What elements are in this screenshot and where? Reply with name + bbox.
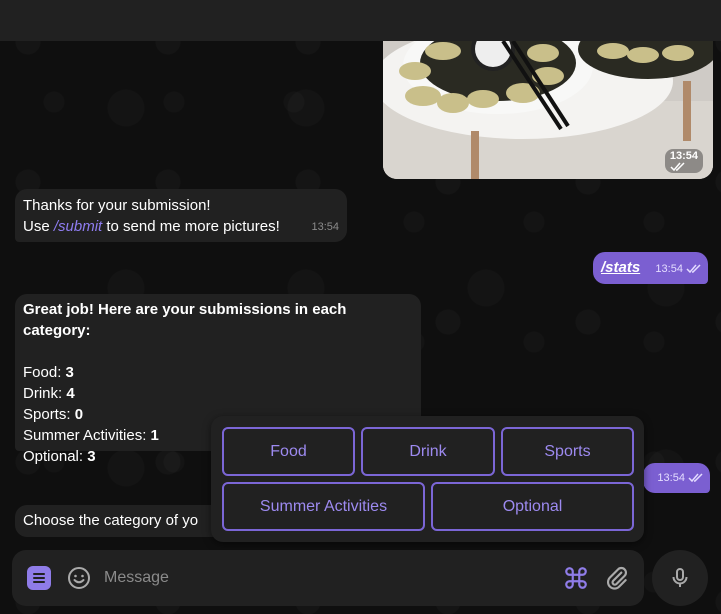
menu-icon[interactable] <box>27 566 51 590</box>
message-text: Thanks for your submission! <box>23 197 211 214</box>
message-time: 13:54 <box>655 259 702 280</box>
stats-header: Great job! Here are your submissions in … <box>23 301 347 339</box>
message-text: Choose the category of yo <box>23 512 199 529</box>
incoming-message[interactable]: Thanks for your submission! Use /submit … <box>15 189 347 242</box>
microphone-icon <box>672 568 688 587</box>
double-check-icon <box>686 264 701 274</box>
microphone-button[interactable] <box>652 550 708 606</box>
message-time: 13:54 <box>664 149 703 173</box>
message-time: 13:54 <box>657 468 704 489</box>
double-check-icon <box>670 162 685 172</box>
keyboard-button-summer-activities[interactable]: Summer Activities <box>222 482 425 531</box>
message-text: Use /submit to send me more pictures! <box>23 218 280 235</box>
message-input[interactable] <box>104 566 534 590</box>
dumplings-photo <box>383 41 713 179</box>
photo-message[interactable]: 13:54 <box>383 41 713 179</box>
message-composer <box>12 550 644 606</box>
paperclip-icon[interactable] <box>604 565 630 591</box>
reply-keyboard: Food Drink Sports Summer Activities Opti… <box>211 416 644 542</box>
double-check-icon <box>688 473 703 483</box>
stat-line-drink: Drink: 4 <box>23 385 75 402</box>
keyboard-button-optional[interactable]: Optional <box>431 482 634 531</box>
keyboard-button-drink[interactable]: Drink <box>361 427 495 476</box>
chat-header <box>0 0 721 41</box>
outgoing-message[interactable]: 13:54 <box>643 463 710 493</box>
outgoing-message[interactable]: /stats 13:54 <box>593 252 708 284</box>
message-time: 13:54 <box>311 221 339 233</box>
stat-line-food: Food: 3 <box>23 364 74 381</box>
stats-command-link[interactable]: /stats <box>601 259 640 276</box>
command-icon[interactable] <box>563 565 589 591</box>
keyboard-button-sports[interactable]: Sports <box>501 427 634 476</box>
emoji-icon[interactable] <box>67 566 91 590</box>
submit-command-link[interactable]: /submit <box>54 218 102 235</box>
keyboard-button-food[interactable]: Food <box>222 427 355 476</box>
